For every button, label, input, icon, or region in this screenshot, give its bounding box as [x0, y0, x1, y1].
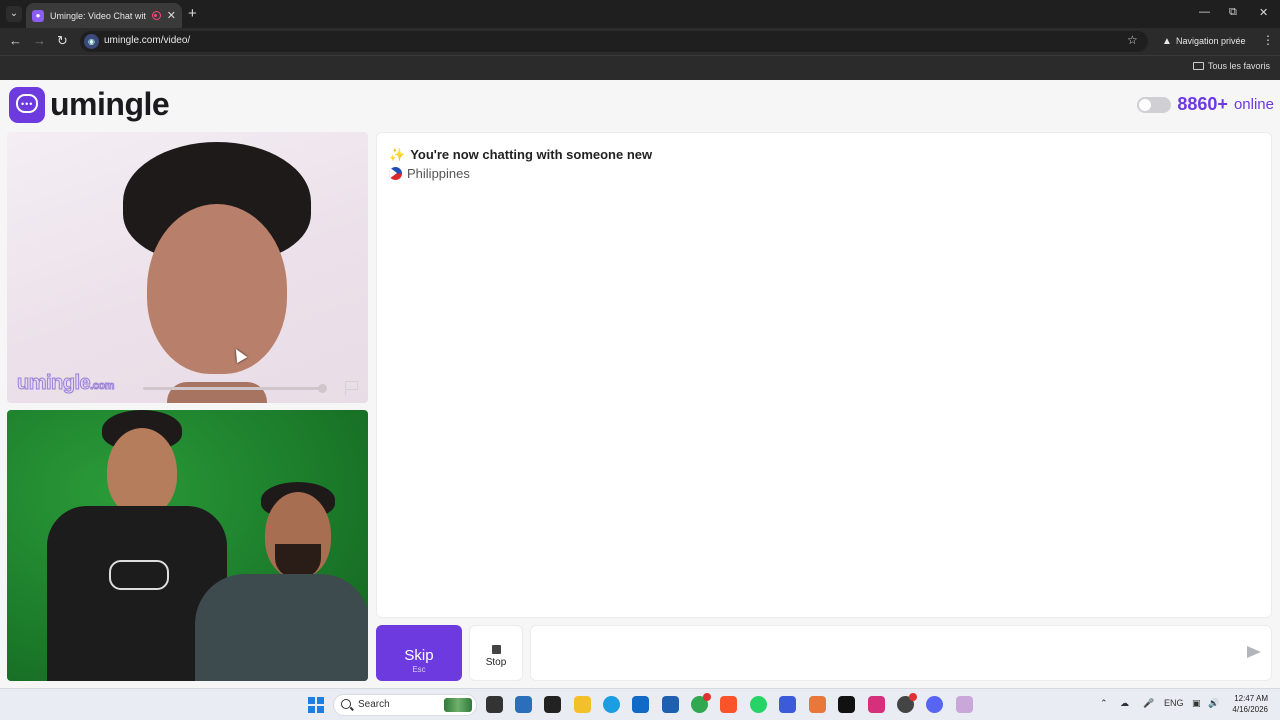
umingle-favicon-icon: ● — [32, 9, 44, 22]
site-info-icon[interactable]: ◉ — [84, 34, 99, 49]
volume-slider[interactable] — [143, 384, 327, 393]
all-bookmarks-label: Tous les favoris — [1207, 61, 1270, 71]
url-text[interactable]: umingle.com/video/ — [104, 35, 190, 46]
stop-square-icon — [491, 645, 501, 654]
bookmarks-bar: Tous les favoris — [0, 55, 1280, 80]
windows-start-icon[interactable] — [308, 697, 324, 713]
stranger-country: Philippines — [407, 166, 470, 181]
sparkles-icon: ✨ — [389, 147, 406, 162]
task-view-icon[interactable] — [486, 696, 503, 713]
photos-app-icon[interactable] — [956, 696, 973, 713]
chat-status-line: ✨ You're now chatting with someone new — [389, 147, 652, 163]
windows-taskbar: Search ⌃ ☁ 🎤 ENG ▣ 🔊 12:47 AM 4/16/2026 — [0, 688, 1280, 720]
whatsapp-app-icon[interactable] — [750, 696, 767, 713]
search-icon — [341, 699, 351, 709]
send-icon[interactable] — [1247, 646, 1261, 658]
stranger-video[interactable]: umingle.com — [7, 132, 368, 403]
self-person-right-image — [195, 482, 368, 681]
widgets-app-icon[interactable] — [515, 696, 532, 713]
browser-tab-bar: ⌄ ● Umingle: Video Chat with S ✕ + — ⧉ ✕ — [0, 0, 1280, 28]
discord-app-icon[interactable] — [926, 696, 943, 713]
forward-arrow-icon[interactable]: → — [33, 33, 46, 48]
language-indicator[interactable]: ENG — [1164, 698, 1184, 708]
recorder-app-icon[interactable] — [897, 693, 917, 713]
edge-browser-icon[interactable] — [603, 696, 620, 713]
close-window-button[interactable]: ✕ — [1259, 6, 1268, 19]
network-icon[interactable]: ▣ — [1192, 698, 1201, 709]
outlook-app-icon[interactable] — [632, 696, 649, 713]
page-content: ••• umingle 8860+ online umingle.com ✨ Y… — [0, 80, 1280, 688]
umingle-watermark: umingle.com — [16, 372, 114, 395]
stop-button[interactable]: Stop — [469, 625, 523, 681]
search-highlight-image — [444, 698, 472, 712]
volume-icon[interactable]: 🔊 — [1208, 698, 1219, 709]
tiktok-app-icon[interactable] — [838, 696, 855, 713]
browser-tab[interactable]: ● Umingle: Video Chat with S ✕ — [26, 3, 182, 28]
clock-date: 4/16/2026 — [1232, 705, 1268, 714]
taskbar-search[interactable]: Search — [333, 694, 477, 716]
chrome-browser-icon[interactable] — [691, 693, 711, 713]
chat-bubble-logo-icon: ••• — [9, 86, 45, 123]
folder-icon — [1192, 62, 1204, 70]
private-browsing-label: Navigation privée — [1176, 36, 1246, 46]
online-label: online — [1233, 96, 1274, 113]
file-explorer-icon[interactable] — [574, 696, 591, 713]
chat-status-text: You're now chatting with someone new — [410, 147, 653, 162]
capcut-app-icon[interactable] — [544, 696, 561, 713]
clock-time: 12:47 AM — [1234, 694, 1268, 703]
volume-slider-knob[interactable] — [318, 384, 327, 393]
skip-label: Skip — [404, 646, 434, 664]
bluesky-app-icon[interactable] — [779, 696, 796, 713]
browser-menu-icon[interactable]: ⋮ — [1262, 33, 1274, 47]
close-tab-icon[interactable]: ✕ — [167, 9, 176, 22]
online-count: 8860+ — [1177, 94, 1228, 114]
back-arrow-icon[interactable]: ← — [9, 33, 22, 48]
online-indicator: 8860+ online — [1137, 94, 1274, 115]
stranger-country-line: Philippines — [389, 166, 470, 181]
recording-icon — [151, 11, 161, 20]
site-logo[interactable]: ••• umingle — [9, 86, 170, 123]
skip-button[interactable]: Skip Esc — [376, 625, 462, 681]
all-bookmarks-button[interactable]: Tous les favoris — [1192, 61, 1270, 71]
address-bar[interactable]: ◉ umingle.com/video/ — [80, 31, 1148, 52]
incognito-icon: ▲ — [1162, 36, 1172, 47]
taskbar-search-label: Search — [358, 699, 390, 710]
new-tab-button[interactable]: + — [188, 5, 197, 22]
private-browsing-badge[interactable]: ▲ Navigation privée — [1158, 32, 1252, 51]
restore-window-button[interactable]: ⧉ — [1229, 6, 1237, 19]
instagram-app-icon[interactable] — [868, 696, 885, 713]
chat-panel: ✨ You're now chatting with someone new Ph… — [376, 132, 1272, 618]
brave-browser-icon[interactable] — [720, 696, 737, 713]
system-clock[interactable]: 12:47 AM 4/16/2026 — [1224, 693, 1268, 715]
browser-toolbar: ← → ↻ ◉ umingle.com/video/ ☆ ▲ Navigatio… — [0, 28, 1280, 55]
onedrive-cloud-icon[interactable]: ☁ — [1120, 698, 1129, 709]
tab-title: Umingle: Video Chat with S — [50, 10, 146, 21]
logo-text: umingle — [50, 86, 170, 122]
tab-search-button[interactable]: ⌄ — [6, 6, 22, 22]
bookmark-star-icon[interactable]: ☆ — [1127, 33, 1138, 47]
philippines-flag-icon — [389, 167, 402, 180]
show-hidden-icons-chevron-icon[interactable]: ⌃ — [1100, 698, 1108, 709]
store-app-icon[interactable] — [662, 696, 679, 713]
report-flag-icon[interactable] — [345, 381, 359, 395]
minimize-window-button[interactable]: — — [1199, 6, 1210, 18]
stop-label: Stop — [485, 657, 507, 668]
theme-toggle[interactable] — [1137, 96, 1172, 113]
stranger-person-image — [117, 142, 317, 403]
self-video — [7, 410, 368, 681]
microphone-icon[interactable]: 🎤 — [1143, 698, 1154, 709]
reload-icon[interactable]: ↻ — [57, 33, 68, 49]
firefox-app-icon[interactable] — [809, 696, 826, 713]
skip-shortcut-hint: Esc — [412, 664, 426, 674]
message-input[interactable] — [530, 625, 1272, 681]
